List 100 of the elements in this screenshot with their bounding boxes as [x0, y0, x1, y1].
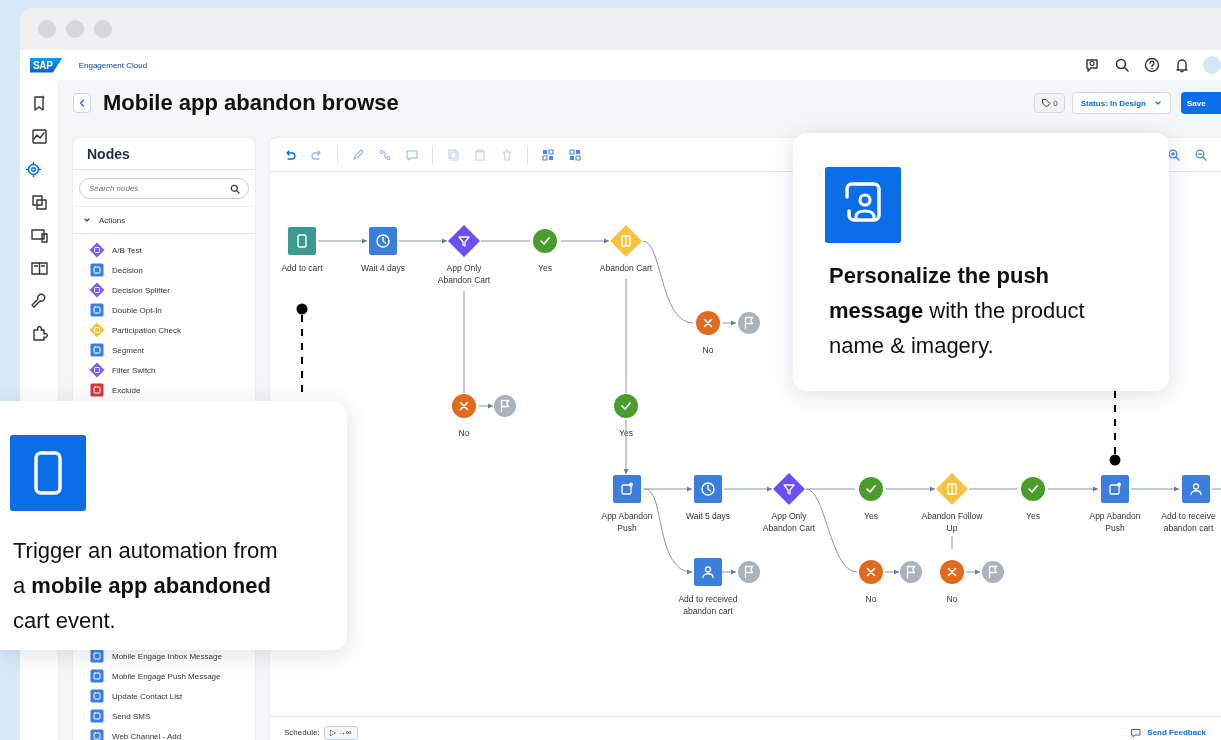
save-button[interactable]: Save — [1181, 92, 1221, 114]
node-label: Wait 5 days — [684, 510, 732, 522]
check-node — [610, 225, 642, 257]
logo[interactable]: SAP — [30, 57, 63, 73]
connector-arrow — [965, 569, 981, 575]
node-label: Add to cart — [280, 262, 324, 274]
node-type-item[interactable]: Update Contact List — [89, 686, 255, 706]
no-node — [452, 394, 476, 418]
node-label: Yes — [537, 262, 553, 274]
node-label: Yes — [618, 427, 634, 439]
connector-arrow — [478, 403, 494, 409]
node-type-item[interactable]: Participation Check — [89, 320, 255, 340]
connector-line — [968, 488, 1018, 490]
connector-arrow — [722, 320, 737, 326]
node-label: No — [945, 593, 959, 605]
product-name: Engagement Cloud — [78, 60, 148, 70]
node-label: Yes — [1025, 510, 1041, 522]
tag-button[interactable]: 0 — [1034, 93, 1065, 113]
connector-line — [951, 535, 953, 550]
window-control-dot — [94, 20, 112, 38]
splitter-node — [773, 473, 805, 505]
node-label: Yes — [863, 510, 879, 522]
yes-node — [1021, 477, 1045, 501]
feedback-icon[interactable] — [1083, 56, 1101, 74]
grid-icon — [568, 147, 582, 162]
connector-arrow — [317, 238, 368, 244]
section-header[interactable]: Actions — [73, 206, 255, 234]
copy-icon — [446, 147, 460, 162]
back-button[interactable] — [73, 93, 91, 113]
connector-arrow — [560, 238, 610, 244]
node-label: Add to received abandon cart — [677, 593, 739, 617]
node-type-item[interactable]: Send SMS — [89, 706, 255, 726]
connector-arrow — [885, 486, 936, 492]
node-type-item[interactable]: Exclude — [89, 380, 255, 400]
send-feedback-link[interactable]: Send Feedback — [1125, 726, 1212, 739]
schedule-label: Schedule: — [284, 728, 320, 737]
callout-text: Personalize the push message with the product name & imagery. — [828, 262, 1086, 360]
caret-icon — [1154, 99, 1162, 107]
exit-node — [738, 561, 760, 583]
connector-arrow — [721, 569, 737, 575]
panel-title: Nodes — [87, 145, 130, 162]
person-frame-icon — [825, 167, 901, 243]
no-node — [940, 560, 964, 584]
exit-node — [982, 561, 1004, 583]
chat-icon — [1131, 727, 1142, 738]
no-node — [696, 311, 720, 335]
toolbar-button[interactable] — [541, 147, 555, 162]
node-type-item[interactable]: Double Opt-In — [89, 300, 255, 320]
node-type-item[interactable]: Mobile Engage Push Message — [89, 666, 255, 686]
node-label: App Abandon Push — [1088, 510, 1142, 534]
splitter-node — [448, 225, 480, 257]
pencil-icon — [351, 147, 365, 162]
connector-arrow — [398, 238, 448, 244]
wait-node — [694, 475, 722, 503]
trigger-node — [288, 227, 316, 255]
comment-icon — [405, 147, 419, 162]
exit-node — [494, 395, 516, 417]
connector-arrow — [1130, 486, 1180, 492]
node-label: App Only Abandon Cart — [436, 262, 492, 286]
clipboard-icon — [473, 147, 487, 162]
connector-arrow — [884, 569, 900, 575]
node-label: No — [701, 344, 715, 356]
toolbar-button[interactable] — [568, 147, 582, 162]
toolbar-button[interactable] — [1194, 147, 1208, 162]
connector-arrow — [1047, 486, 1099, 492]
help-icon[interactable] — [1143, 56, 1161, 74]
node-label: App Abandon Push — [600, 510, 654, 534]
push-node — [613, 475, 641, 503]
yes-node — [533, 229, 557, 253]
node-type-item[interactable]: Web Channel - Add — [89, 726, 255, 740]
node-label: Add to receive abandon cart — [1160, 510, 1217, 534]
callout-text: Trigger an automation from a mobile app abandoned cart event. — [12, 537, 279, 635]
connector-arrow — [723, 486, 773, 492]
node-type-item[interactable]: Decision Splitter — [89, 280, 255, 300]
node-label: No — [457, 427, 471, 439]
chevron-down-icon — [83, 216, 91, 224]
search-field[interactable]: Search nodes — [79, 178, 249, 199]
status-dropdown[interactable]: Status: In Design — [1071, 92, 1171, 114]
segment-node — [1182, 475, 1210, 503]
zoom-in-icon — [1167, 147, 1181, 162]
wait-node — [369, 227, 397, 255]
node-type-item[interactable]: A/B Test — [89, 240, 255, 260]
connector-line — [480, 240, 531, 242]
connector-line — [1211, 488, 1221, 490]
yes-node — [859, 477, 883, 501]
node-label: Abandon Cart — [598, 262, 654, 274]
segment-node — [694, 558, 722, 586]
schedule-chip[interactable]: ▷ →∞ — [323, 725, 358, 740]
node-type-item[interactable]: Filter Switch — [89, 360, 255, 380]
grid-icon — [541, 147, 555, 162]
window-control-dot — [38, 20, 56, 38]
node-type-item[interactable]: Decision — [89, 260, 255, 280]
search-icon — [230, 183, 240, 194]
search-icon[interactable] — [1113, 56, 1131, 74]
node-label: Wait 4 days — [359, 262, 407, 274]
trash-icon — [500, 147, 514, 162]
exit-node — [900, 561, 922, 583]
toolbar-button[interactable] — [1167, 147, 1181, 162]
node-label: Abandon Follow Up — [920, 510, 984, 534]
node-type-item[interactable]: Segment — [89, 340, 255, 360]
